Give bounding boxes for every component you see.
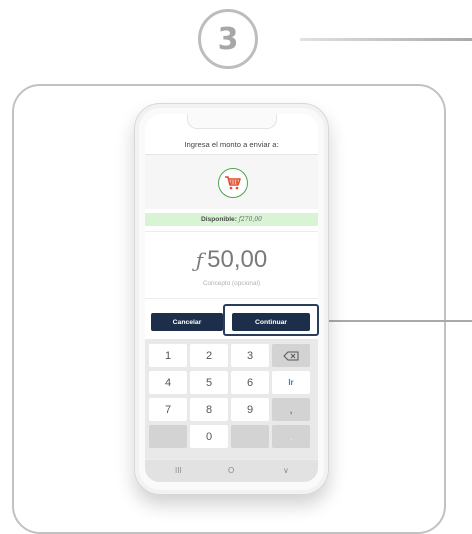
key-6[interactable]: 6	[231, 371, 269, 394]
numeric-keypad: 1 2 3 4 5 6 Ir 7 8 9 , 0 .	[145, 339, 318, 459]
phone-notch	[186, 114, 277, 129]
callout-connector-line	[320, 320, 472, 322]
available-label: Disponible:	[201, 216, 237, 223]
key-8[interactable]: 8	[190, 398, 228, 421]
dot-key[interactable]: .	[272, 425, 310, 448]
backspace-key[interactable]	[272, 344, 310, 367]
back-icon[interactable]: ∨	[283, 466, 289, 475]
phone-mockup: Ingresa el monto a enviar a: Disponible:…	[134, 103, 329, 495]
phone-screen: Ingresa el monto a enviar a: Disponible:…	[145, 114, 318, 482]
shopping-cart-icon	[218, 168, 248, 198]
android-nav-bar: III O ∨	[145, 459, 318, 482]
amount-prompt-title: Ingresa el monto a enviar a:	[184, 140, 279, 149]
cancel-button[interactable]: Cancelar	[151, 313, 223, 331]
concept-input[interactable]: Concepto (opcional)	[145, 280, 318, 287]
step-progress-line	[300, 38, 472, 41]
recipient-area	[145, 155, 318, 209]
key-3[interactable]: 3	[231, 344, 269, 367]
key-0[interactable]: 0	[190, 425, 228, 448]
key-7[interactable]: 7	[149, 398, 187, 421]
blank-key-left	[149, 425, 187, 448]
backspace-icon	[283, 351, 299, 360]
amount-value: 50,00	[207, 246, 268, 273]
amount-field[interactable]: ƒ 50,00 Concepto (opcional)	[145, 231, 318, 299]
available-balance-bar: Disponible: ƒ270,00	[145, 213, 318, 226]
comma-key[interactable]: ,	[272, 398, 310, 421]
go-key[interactable]: Ir	[272, 371, 310, 394]
key-1[interactable]: 1	[149, 344, 187, 367]
recent-apps-icon[interactable]: III	[175, 466, 182, 475]
amount-display: ƒ 50,00	[145, 246, 318, 274]
key-4[interactable]: 4	[149, 371, 187, 394]
available-value: ƒ270,00	[238, 216, 262, 223]
step-number-badge: 3	[198, 9, 258, 69]
key-9[interactable]: 9	[231, 398, 269, 421]
key-2[interactable]: 2	[190, 344, 228, 367]
key-5[interactable]: 5	[190, 371, 228, 394]
continue-button-highlight	[223, 304, 319, 336]
home-icon[interactable]: O	[228, 466, 234, 475]
blank-key-right	[231, 425, 269, 448]
currency-symbol: ƒ	[195, 248, 204, 272]
